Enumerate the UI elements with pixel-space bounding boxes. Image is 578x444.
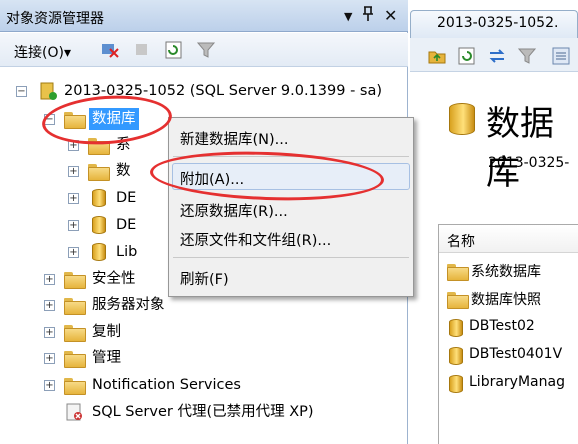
up-folder-icon[interactable]: [428, 47, 446, 65]
expand-icon[interactable]: +: [68, 247, 79, 258]
tab-title: 2013-0325-1052.: [437, 15, 559, 31]
lib-label: Lib: [116, 244, 138, 260]
column-header-label: 名称: [447, 234, 475, 250]
menu-item-restore-files[interactable]: 还原文件和文件组(R)...: [180, 229, 331, 250]
db1-label: DE: [116, 190, 137, 206]
menu-separator: [173, 257, 409, 258]
menu-item-new-database[interactable]: 新建数据库(N)...: [180, 128, 289, 149]
menu-item-restore-database[interactable]: 还原数据库(R)...: [180, 200, 288, 221]
folder-icon: [447, 264, 469, 281]
close-icon[interactable]: ✕: [384, 6, 397, 25]
collapse-icon[interactable]: −: [16, 86, 27, 97]
database-icon: [449, 375, 463, 393]
expand-icon[interactable]: +: [44, 274, 55, 285]
server-icon: [40, 82, 57, 100]
list-view-icon[interactable]: [552, 47, 570, 65]
collapse-icon[interactable]: −: [44, 114, 55, 125]
database-icon: [449, 347, 463, 365]
list-item-label: 系统数据库: [471, 264, 541, 280]
folder-icon: [64, 298, 86, 315]
disconnect-icon[interactable]: [100, 41, 120, 59]
management-label: 管理: [92, 350, 121, 366]
dropdown-icon[interactable]: ▼: [344, 10, 352, 23]
list-item-label: DBTest0401V: [469, 346, 563, 362]
summary-title: 数据库: [486, 104, 554, 193]
refresh-icon[interactable]: [164, 41, 184, 59]
folder-icon: [64, 325, 86, 342]
database-large-icon: [449, 103, 475, 135]
list-item-label: LibraryManag: [469, 374, 565, 390]
agent-label: SQL Server 代理(已禁用代理 XP): [92, 404, 314, 420]
menu-item-attach[interactable]: 附加(A)...: [180, 168, 244, 189]
folder-icon: [64, 351, 86, 368]
expand-icon[interactable]: +: [68, 193, 79, 204]
tree-row-databases[interactable]: − 数据库: [0, 108, 180, 130]
list-item-label: 数据库快照: [471, 292, 541, 308]
database-icon: [92, 189, 106, 207]
filter-icon[interactable]: [518, 47, 536, 65]
stop-icon[interactable]: [132, 41, 152, 59]
db2-label: DE: [116, 217, 137, 233]
list-item-label: DBTest02: [469, 318, 535, 334]
menu-item-refresh[interactable]: 刷新(F): [180, 268, 229, 289]
folder-icon: [64, 272, 86, 289]
summary-server: 2013-0325-: [488, 155, 570, 171]
expand-icon[interactable]: +: [68, 166, 79, 177]
folder-icon: [88, 138, 110, 155]
connect-button[interactable]: 连接(O)▾: [14, 42, 71, 62]
database-icon: [92, 243, 106, 261]
pin-icon[interactable]: [362, 6, 374, 26]
folder-icon: [64, 112, 86, 129]
arrows-icon[interactable]: [488, 47, 506, 65]
menu-separator: [173, 156, 409, 157]
explorer-toolbar: 连接(O)▾: [0, 33, 408, 67]
summary-panel: 2013-0325-1052. 数据库 2013-0325- 名称 系统数据库 …: [410, 0, 578, 444]
system-db-label: 系: [116, 137, 131, 153]
expand-icon[interactable]: +: [44, 380, 55, 391]
replication-label: 复制: [92, 324, 121, 340]
expand-icon[interactable]: +: [44, 300, 55, 311]
document-tab[interactable]: 2013-0325-1052.: [410, 10, 578, 38]
sync-icon[interactable]: [458, 47, 476, 65]
databases-label: 数据库: [89, 108, 139, 130]
database-icon: [449, 319, 463, 337]
expand-icon[interactable]: +: [68, 140, 79, 151]
folder-icon: [64, 378, 86, 395]
snapshot-label: 数: [116, 163, 131, 179]
folder-icon: [447, 292, 469, 309]
expand-icon[interactable]: +: [44, 353, 55, 364]
context-menu: 新建数据库(N)... 附加(A)... 还原数据库(R)... 还原文件和文件…: [168, 117, 414, 297]
panel-titlebar: 对象资源管理器 ▼ ✕: [0, 0, 408, 32]
folder-icon: [88, 164, 110, 181]
notification-label: Notification Services: [92, 377, 241, 393]
column-header-name[interactable]: 名称: [439, 225, 578, 253]
expand-icon[interactable]: +: [44, 327, 55, 338]
server-objects-label: 服务器对象: [92, 297, 165, 313]
server-label: 2013-0325-1052 (SQL Server 9.0.1399 - sa…: [64, 83, 383, 99]
tree-row-server[interactable]: − 2013-0325-1052 (SQL Server 9.0.1399 - …: [0, 80, 408, 102]
summary-list: 名称 系统数据库 数据库快照 DBTest02 DBTest0401V Libr…: [438, 224, 578, 444]
filter-icon[interactable]: [196, 41, 216, 59]
agent-icon: [66, 403, 82, 421]
expand-icon[interactable]: +: [68, 220, 79, 231]
panel-title: 对象资源管理器: [6, 11, 104, 27]
database-icon: [92, 216, 106, 234]
security-label: 安全性: [92, 271, 136, 287]
summary-toolbar: [410, 38, 578, 72]
